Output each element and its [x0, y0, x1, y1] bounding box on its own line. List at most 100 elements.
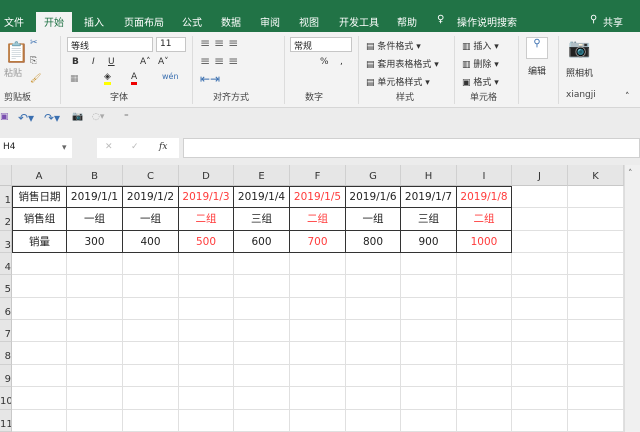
cell-B5[interactable] [67, 275, 123, 298]
cell-F11[interactable] [290, 410, 346, 432]
cell-E9[interactable] [234, 365, 290, 387]
cell-E10[interactable] [234, 387, 290, 410]
cell-E2[interactable]: 三组 [234, 208, 290, 231]
cell-C10[interactable] [123, 387, 179, 410]
percent-button[interactable]: % [320, 57, 329, 67]
copy-icon[interactable]: ⎘ [30, 56, 37, 66]
italic-button[interactable]: I [92, 57, 95, 67]
cell-G2[interactable]: 一组 [346, 208, 401, 231]
row-header-2[interactable]: 2 [0, 208, 12, 231]
cut-icon[interactable]: ✂ [30, 38, 38, 48]
cell-styles-button[interactable]: ▤ 单元格样式 ▾ [366, 75, 430, 88]
insert-cells-button[interactable]: ▥ 插入 ▾ [462, 39, 499, 52]
cell-K8[interactable] [568, 342, 624, 365]
collapse-ribbon-icon[interactable]: ˄ [625, 92, 630, 102]
insert-function-button[interactable]: fx [159, 142, 167, 152]
cell-K4[interactable] [568, 253, 624, 275]
cell-J7[interactable] [512, 320, 568, 342]
underline-button[interactable]: U [108, 57, 115, 67]
tab-page-layout[interactable]: 页面布局 [124, 14, 164, 29]
row-header-9[interactable]: 9 [0, 365, 12, 387]
cell-A2[interactable]: 销售组 [12, 208, 67, 231]
cell-H4[interactable] [401, 253, 457, 275]
cell-F6[interactable] [290, 298, 346, 320]
cell-C4[interactable] [123, 253, 179, 275]
cell-I9[interactable] [457, 365, 512, 387]
row-header-3[interactable]: 3 [0, 231, 12, 253]
cell-E7[interactable] [234, 320, 290, 342]
cell-I2[interactable]: 二组 [457, 208, 512, 231]
cell-C11[interactable] [123, 410, 179, 432]
row-header-8[interactable]: 8 [0, 342, 12, 365]
cell-J11[interactable] [512, 410, 568, 432]
cell-A7[interactable] [12, 320, 67, 342]
cell-E11[interactable] [234, 410, 290, 432]
tab-file[interactable]: 文件 [4, 14, 24, 29]
border-icon[interactable]: ▦ [70, 74, 79, 84]
cell-K2[interactable] [568, 208, 624, 231]
row-header-1[interactable]: 1 [0, 186, 12, 208]
cell-J10[interactable] [512, 387, 568, 410]
column-header-K[interactable]: K [568, 165, 624, 186]
cell-A1[interactable]: 销售日期 [12, 186, 67, 208]
row-header-6[interactable]: 6 [0, 298, 12, 320]
cell-H7[interactable] [401, 320, 457, 342]
cell-B9[interactable] [67, 365, 123, 387]
cell-F7[interactable] [290, 320, 346, 342]
cell-D10[interactable] [179, 387, 234, 410]
cell-B3[interactable]: 300 [67, 231, 123, 253]
tell-me-search[interactable]: 操作说明搜索 [457, 14, 517, 29]
cell-K10[interactable] [568, 387, 624, 410]
cell-G8[interactable] [346, 342, 401, 365]
cell-K5[interactable] [568, 275, 624, 298]
alignment-buttons[interactable]: ≡≡≡ [200, 36, 242, 50]
cell-D2[interactable]: 二组 [179, 208, 234, 231]
cell-H6[interactable] [401, 298, 457, 320]
name-box-dropdown-icon[interactable]: ▾ [62, 143, 67, 153]
cell-F8[interactable] [290, 342, 346, 365]
tab-data[interactable]: 数据 [221, 14, 241, 29]
cell-J8[interactable] [512, 342, 568, 365]
cell-B11[interactable] [67, 410, 123, 432]
cell-D3[interactable]: 500 [179, 231, 234, 253]
cell-B1[interactable]: 2019/1/1 [67, 186, 123, 208]
font-color-icon[interactable]: A [131, 72, 138, 85]
cell-K9[interactable] [568, 365, 624, 387]
format-as-table-button[interactable]: ▤ 套用表格格式 ▾ [366, 57, 439, 70]
cell-F3[interactable]: 700 [290, 231, 346, 253]
cell-C8[interactable] [123, 342, 179, 365]
tab-insert[interactable]: 插入 [84, 14, 104, 29]
increase-font-icon[interactable]: A˄ [140, 57, 151, 67]
row-header-4[interactable]: 4 [0, 253, 12, 275]
cell-C3[interactable]: 400 [123, 231, 179, 253]
vertical-scrollbar[interactable]: ˄ [624, 165, 640, 432]
cell-F1[interactable]: 2019/1/5 [290, 186, 346, 208]
select-all-corner[interactable] [0, 165, 12, 186]
column-header-G[interactable]: G [346, 165, 401, 186]
cell-D8[interactable] [179, 342, 234, 365]
row-header-10[interactable]: 10 [0, 387, 12, 410]
cell-F5[interactable] [290, 275, 346, 298]
editing-button[interactable]: 编辑 [528, 64, 546, 77]
font-name-select[interactable]: 等线 [67, 37, 153, 52]
cell-K11[interactable] [568, 410, 624, 432]
cell-B2[interactable]: 一组 [67, 208, 123, 231]
cell-I4[interactable] [457, 253, 512, 275]
touch-mode-icon[interactable]: ◌▾ [92, 112, 104, 122]
cell-K7[interactable] [568, 320, 624, 342]
cell-G1[interactable]: 2019/1/6 [346, 186, 401, 208]
cell-K1[interactable] [568, 186, 624, 208]
cell-I6[interactable] [457, 298, 512, 320]
cell-H8[interactable] [401, 342, 457, 365]
cell-B4[interactable] [67, 253, 123, 275]
row-header-7[interactable]: 7 [0, 320, 12, 342]
cell-H2[interactable]: 三组 [401, 208, 457, 231]
cell-A9[interactable] [12, 365, 67, 387]
cell-A8[interactable] [12, 342, 67, 365]
camera-qat-icon[interactable]: 📷 [72, 112, 83, 122]
cell-C1[interactable]: 2019/1/2 [123, 186, 179, 208]
cell-C9[interactable] [123, 365, 179, 387]
tab-formulas[interactable]: 公式 [182, 14, 202, 29]
format-painter-icon[interactable]: 🖌 [30, 74, 41, 84]
cell-F9[interactable] [290, 365, 346, 387]
